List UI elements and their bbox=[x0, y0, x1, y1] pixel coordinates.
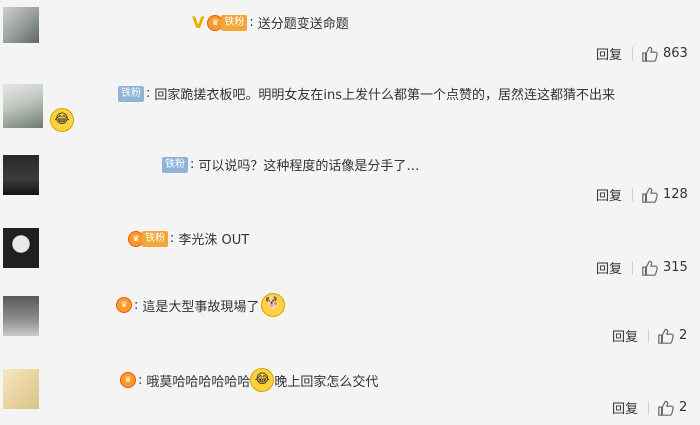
comment-actions: 回复 863 bbox=[596, 44, 688, 63]
thumb-up-icon[interactable] bbox=[641, 45, 659, 63]
comment-text: 可以说吗？这种程度的话像是分手了… bbox=[198, 159, 420, 174]
divider bbox=[632, 46, 634, 61]
laugh-emoji-icon: 😂 bbox=[50, 108, 74, 132]
fan-badge: ♛ 铁粉 bbox=[207, 14, 248, 31]
crown-badge-icon: ♛ bbox=[116, 297, 132, 313]
avatar[interactable] bbox=[3, 369, 39, 409]
reply-button[interactable]: 回复 bbox=[596, 44, 622, 63]
reply-button[interactable]: 回复 bbox=[596, 185, 622, 204]
avatar[interactable] bbox=[3, 296, 39, 336]
like-count: 2 bbox=[679, 400, 688, 415]
like-count: 128 bbox=[663, 187, 688, 202]
comment-text: 這是大型事故現場了 bbox=[142, 299, 260, 315]
divider bbox=[632, 260, 634, 275]
comment-text-continued: 晚上回家怎么交代 bbox=[274, 374, 379, 390]
comment-actions: 回复 315 bbox=[596, 258, 688, 277]
crown-badge-icon: ♛ bbox=[120, 372, 136, 388]
comment-line: ♛ 铁粉 : 李光洙 OUT bbox=[128, 229, 249, 248]
fan-badge: ♛ bbox=[120, 372, 136, 388]
comment-actions: 回复 2 bbox=[612, 398, 687, 417]
fan-badge: ♛ 铁粉 bbox=[128, 230, 168, 247]
comment-line: ♛ : 這是大型事故現場了 🐕 bbox=[116, 293, 286, 317]
comment-text: 回家跪搓衣板吧。明明女友在ins上发什么都第一个点赞的，居然连这都猜不出来 bbox=[154, 88, 616, 103]
divider bbox=[648, 328, 650, 343]
thumb-up-icon[interactable] bbox=[641, 186, 659, 204]
reply-button[interactable]: 回复 bbox=[612, 398, 638, 417]
verified-v-icon: V bbox=[192, 13, 205, 32]
thumb-up-icon[interactable] bbox=[657, 327, 675, 345]
comment-text-wrap: 😂 bbox=[50, 108, 74, 132]
comment-actions: 回复 2 bbox=[612, 326, 687, 345]
comment-text: 李光洙 OUT bbox=[178, 233, 250, 248]
thumb-up-icon[interactable] bbox=[657, 399, 675, 417]
thumb-up-icon[interactable] bbox=[641, 259, 659, 277]
fan-badge: ♛ bbox=[116, 297, 132, 313]
fan-badge: 铁粉 bbox=[118, 85, 144, 102]
like-count: 2 bbox=[679, 328, 688, 343]
divider bbox=[632, 187, 634, 202]
avatar[interactable] bbox=[3, 7, 39, 43]
avatar[interactable] bbox=[3, 228, 39, 268]
reply-button[interactable]: 回复 bbox=[612, 326, 638, 345]
divider bbox=[648, 400, 650, 415]
comment-actions: 回复 128 bbox=[596, 185, 688, 204]
shiba-emoji-icon: 🐕 bbox=[261, 293, 286, 317]
like-count: 315 bbox=[663, 260, 688, 275]
reply-button[interactable]: 回复 bbox=[596, 258, 622, 277]
comment-text: 送分题变送命题 bbox=[257, 17, 349, 32]
fan-badge: 铁粉 bbox=[162, 156, 188, 173]
laugh-emoji-icon: 😂 bbox=[250, 368, 275, 392]
comment-line: 铁粉 : 回家跪搓衣板吧。明明女友在ins上发什么都第一个点赞的，居然连这都猜不… bbox=[118, 84, 615, 103]
comment-text: 哦莫哈哈哈哈哈哈 bbox=[146, 374, 251, 390]
avatar[interactable] bbox=[3, 155, 39, 195]
comment-line: V ♛ 铁粉 : 送分题变送命题 bbox=[192, 13, 349, 32]
avatar[interactable] bbox=[3, 84, 43, 128]
comment-line: 铁粉 : 可以说吗？这种程度的话像是分手了… bbox=[162, 155, 419, 174]
like-count: 863 bbox=[663, 46, 688, 61]
comment-line: ♛ : 哦莫哈哈哈哈哈哈 😂 晚上回家怎么交代 bbox=[120, 368, 378, 392]
